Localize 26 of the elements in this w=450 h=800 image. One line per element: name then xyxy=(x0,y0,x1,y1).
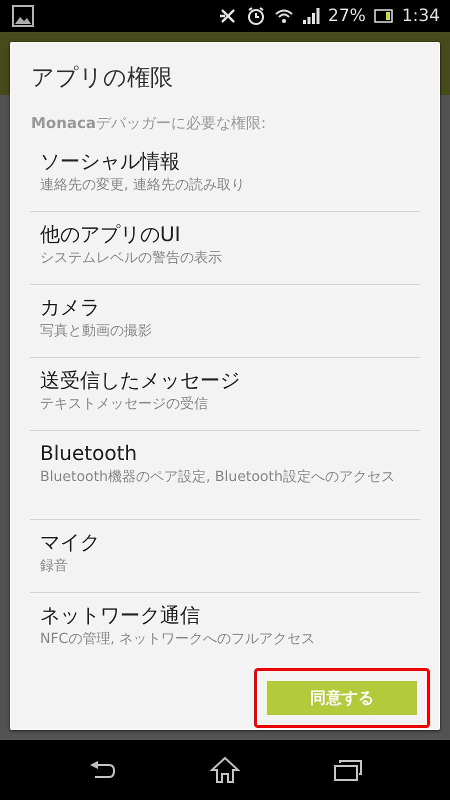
permission-detail: 写真と動画の撮影 xyxy=(40,322,152,341)
permission-name: 他のアプリのUI xyxy=(40,221,181,248)
wifi-icon xyxy=(274,7,294,25)
permission-name: カメラ xyxy=(40,294,100,321)
dialog-title: アプリの権限 xyxy=(30,64,174,93)
permission-name: ネットワーク通信 xyxy=(40,602,200,629)
battery-percent: 27% xyxy=(328,6,366,26)
permission-detail: Bluetooth機器のペア設定, Bluetooth設定へのアクセス xyxy=(40,468,395,487)
gallery-icon xyxy=(12,5,34,27)
signal-icon xyxy=(302,7,320,25)
permission-name: ソーシャル情報 xyxy=(40,148,180,175)
battery-icon xyxy=(374,9,394,23)
permission-detail: NFCの管理, ネットワークへのフルアクセス xyxy=(40,630,316,649)
agree-button[interactable]: 同意する xyxy=(267,681,417,715)
alarm-icon xyxy=(246,6,266,26)
home-icon[interactable] xyxy=(210,756,240,784)
permission-detail: 連絡先の変更, 連絡先の読み取り xyxy=(40,176,245,195)
permission-name: Bluetooth xyxy=(40,440,138,467)
permission-detail: 録音 xyxy=(40,557,68,576)
permission-detail: システムレベルの警告の表示 xyxy=(40,249,222,268)
permission-name: マイク xyxy=(40,529,100,556)
permission-detail: テキストメッセージの受信 xyxy=(40,395,208,414)
permission-name: 送受信したメッセージ xyxy=(40,367,240,394)
recent-apps-icon[interactable] xyxy=(333,758,364,782)
dialog-subtitle: Monacaデバッガーに必要な権限: xyxy=(30,113,268,134)
clock: 1:34 xyxy=(402,6,440,26)
